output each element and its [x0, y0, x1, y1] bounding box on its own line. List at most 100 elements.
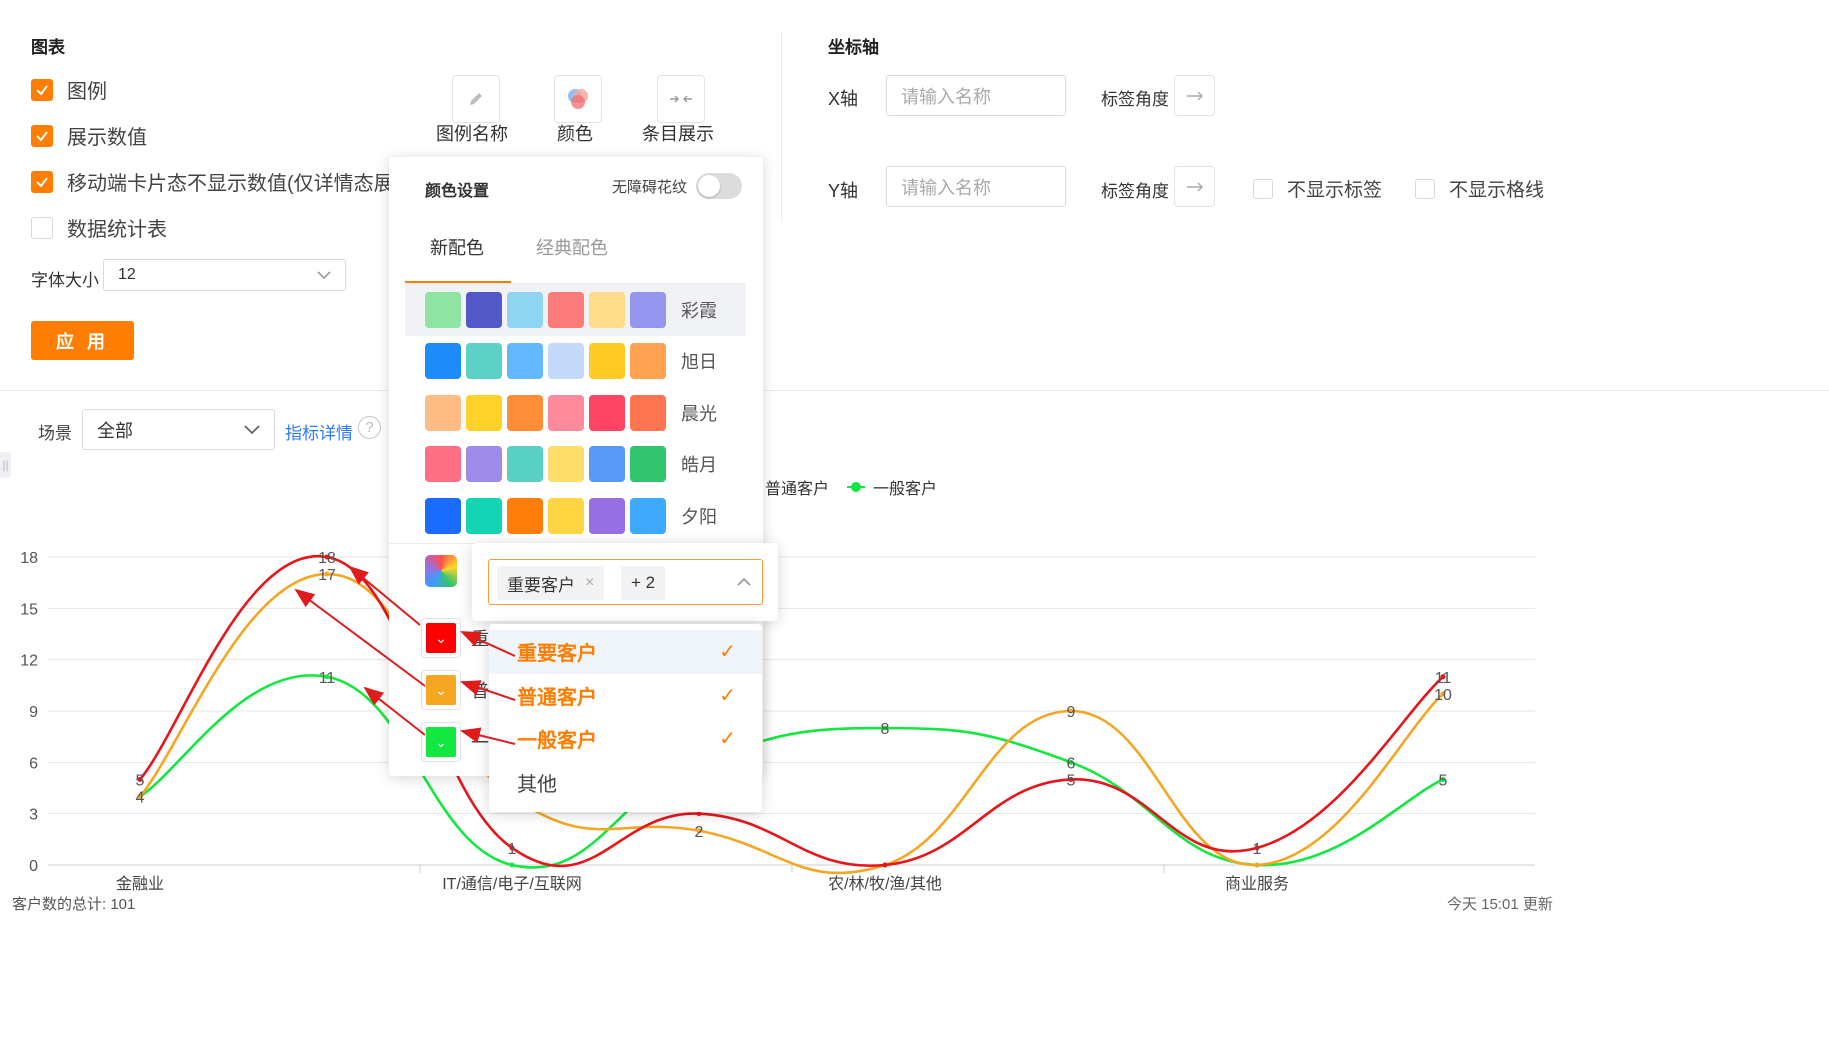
palette-swatch [507, 497, 543, 534]
option-show-values[interactable]: 展示数值 [31, 121, 147, 150]
palette-row[interactable]: 旭日 [405, 336, 746, 388]
color-button[interactable] [554, 75, 602, 123]
palette-swatch [507, 446, 543, 483]
arrow-right-icon [1186, 91, 1203, 100]
data-point [1254, 862, 1260, 868]
palette-swatch [548, 394, 584, 431]
data-label: 11 [319, 670, 336, 687]
x-label-angle-button[interactable] [1174, 75, 1215, 116]
settings-divider [781, 32, 782, 222]
legend-name-button[interactable] [452, 75, 500, 123]
palette-swatch [507, 343, 543, 380]
data-label: 1 [508, 841, 517, 858]
axis-section-title: 坐标轴 [828, 38, 879, 57]
series-color-button[interactable]: ⌄ [421, 722, 461, 762]
y-tick-label: 9 [29, 704, 38, 721]
tab-classic-palette[interactable]: 经典配色 [536, 234, 608, 260]
series-select-input[interactable]: 重要客户 × + 2 [488, 559, 763, 605]
option-legend[interactable]: 图例 [31, 75, 107, 104]
scene-select[interactable]: 全部 [82, 409, 275, 450]
palette-row[interactable]: 晨光 [405, 387, 746, 439]
palette-swatch [425, 291, 461, 328]
checkbox-mobile-hide-values[interactable] [31, 170, 53, 193]
series-option[interactable]: 普通客户 ✓ [489, 674, 762, 718]
palette-row[interactable]: 皓月 [405, 439, 746, 491]
series-option-label: 普通客户 [517, 686, 597, 709]
option-mobile-hide-values[interactable]: 移动端卡片态不显示数值(仅详情态展示) [31, 167, 420, 196]
tab-new-palette[interactable]: 新配色 [430, 234, 484, 260]
palette-swatch [630, 291, 666, 328]
check-icon [36, 176, 48, 188]
color-circles-icon [568, 89, 588, 109]
series-option-label: 重要客户 [517, 643, 597, 666]
collapse-handle[interactable]: || [0, 452, 11, 478]
series-color-button[interactable]: ⌄ [421, 618, 461, 658]
checkbox-show-values[interactable] [31, 124, 53, 147]
y-axis-label: Y轴 [828, 181, 859, 201]
palette-row[interactable]: 夕阳 [405, 490, 746, 542]
series-options-dropdown: 重要客户 ✓ 普通客户 ✓ 一般客户 ✓ 其他 [489, 624, 762, 812]
y-axis-name-input[interactable]: 请输入名称 [886, 166, 1066, 207]
series-option[interactable]: 其他 [489, 761, 762, 805]
series-option[interactable]: 一般客户 ✓ [489, 717, 762, 761]
palette-row[interactable]: 彩霞 [405, 284, 746, 336]
option-legend-label: 图例 [67, 81, 107, 103]
color-label: 颜色 [557, 124, 593, 144]
x-axis-name-input[interactable]: 请输入名称 [886, 75, 1066, 116]
custom-color-icon[interactable] [425, 555, 457, 587]
font-size-select[interactable]: 12 [103, 259, 346, 291]
help-icon[interactable]: ? [358, 416, 381, 439]
item-display-button[interactable] [657, 75, 705, 123]
chevron-down-icon [244, 424, 260, 434]
series-color-label: 重 [471, 629, 489, 649]
chart-section-title: 图表 [31, 38, 65, 57]
option-data-table[interactable]: 数据统计表 [31, 213, 167, 242]
toggle-knob [698, 175, 720, 197]
hide-labels-checkbox[interactable] [1253, 178, 1273, 199]
palette-swatch [548, 291, 584, 328]
data-label: 1 [1253, 841, 1262, 858]
check-icon [36, 84, 48, 96]
indicator-detail-link[interactable]: 指标详情 [285, 419, 353, 444]
palette-swatch [630, 343, 666, 380]
option-data-table-label: 数据统计表 [67, 219, 167, 241]
font-size-label: 字体大小 [31, 271, 99, 290]
series-color-button[interactable]: ⌄ [421, 670, 461, 710]
checkbox-legend[interactable] [31, 78, 53, 101]
palette-list: 彩霞 旭日 晨光 皓月 夕阳 [405, 284, 746, 542]
palette-swatch [589, 497, 625, 534]
legend-marker-icon [847, 482, 866, 492]
y-tick-label: 12 [20, 653, 38, 670]
color-chip: ⌄ [426, 727, 456, 757]
check-icon: ✓ [719, 684, 736, 707]
series-select-popover: 重要客户 × + 2 [472, 543, 778, 621]
checkbox-data-table[interactable] [31, 216, 53, 239]
tag-close-icon[interactable]: × [585, 574, 594, 592]
data-label: 17 [318, 567, 336, 584]
legend-item-normal: 普通客户 [765, 481, 830, 498]
hide-grid-option[interactable]: 不显示格线 [1415, 175, 1544, 202]
y-label-angle-label: 标签角度 [1101, 182, 1169, 201]
palette-swatch [425, 446, 461, 483]
accessibility-pattern-toggle[interactable] [696, 173, 742, 199]
chevron-up-icon [737, 577, 751, 586]
series-option-label: 其他 [517, 773, 557, 796]
data-label: 5 [1067, 772, 1076, 789]
apply-button[interactable]: 应 用 [31, 321, 134, 360]
data-label: 8 [881, 721, 890, 738]
font-size-value: 12 [118, 266, 136, 283]
y-tick-label: 6 [29, 755, 38, 772]
hide-labels-option[interactable]: 不显示标签 [1253, 175, 1382, 202]
legend-item-general: 一般客户 [847, 475, 937, 499]
line-chart: 0369121518金融业 IT/通信/电子/互联网 农/林/牧/渔/其他 商业服务5… [20, 550, 1535, 893]
data-label: 10 [1434, 687, 1452, 704]
arrow-right-icon [1186, 182, 1203, 191]
y-label-angle-button[interactable] [1174, 166, 1215, 207]
selected-tag: 重要客户 × [497, 566, 605, 600]
hide-grid-checkbox[interactable] [1415, 178, 1435, 199]
option-show-values-label: 展示数值 [67, 127, 147, 149]
y-tick-label: 0 [29, 858, 38, 875]
data-label: 11 [1435, 670, 1452, 687]
palette-swatch [589, 446, 625, 483]
series-option[interactable]: 重要客户 ✓ [489, 630, 762, 674]
